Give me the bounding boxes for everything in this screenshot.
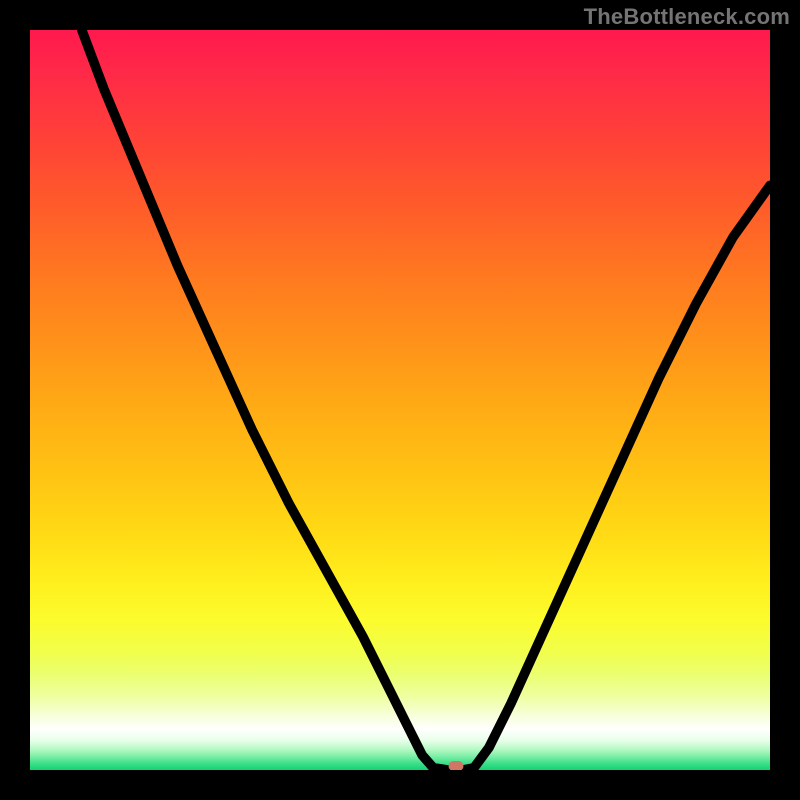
plot-area	[30, 30, 770, 770]
chart-frame: TheBottleneck.com	[0, 0, 800, 800]
bottleneck-curve	[30, 30, 770, 770]
watermark-text: TheBottleneck.com	[584, 4, 790, 30]
curve-path	[82, 30, 770, 770]
minimum-marker	[448, 761, 463, 770]
